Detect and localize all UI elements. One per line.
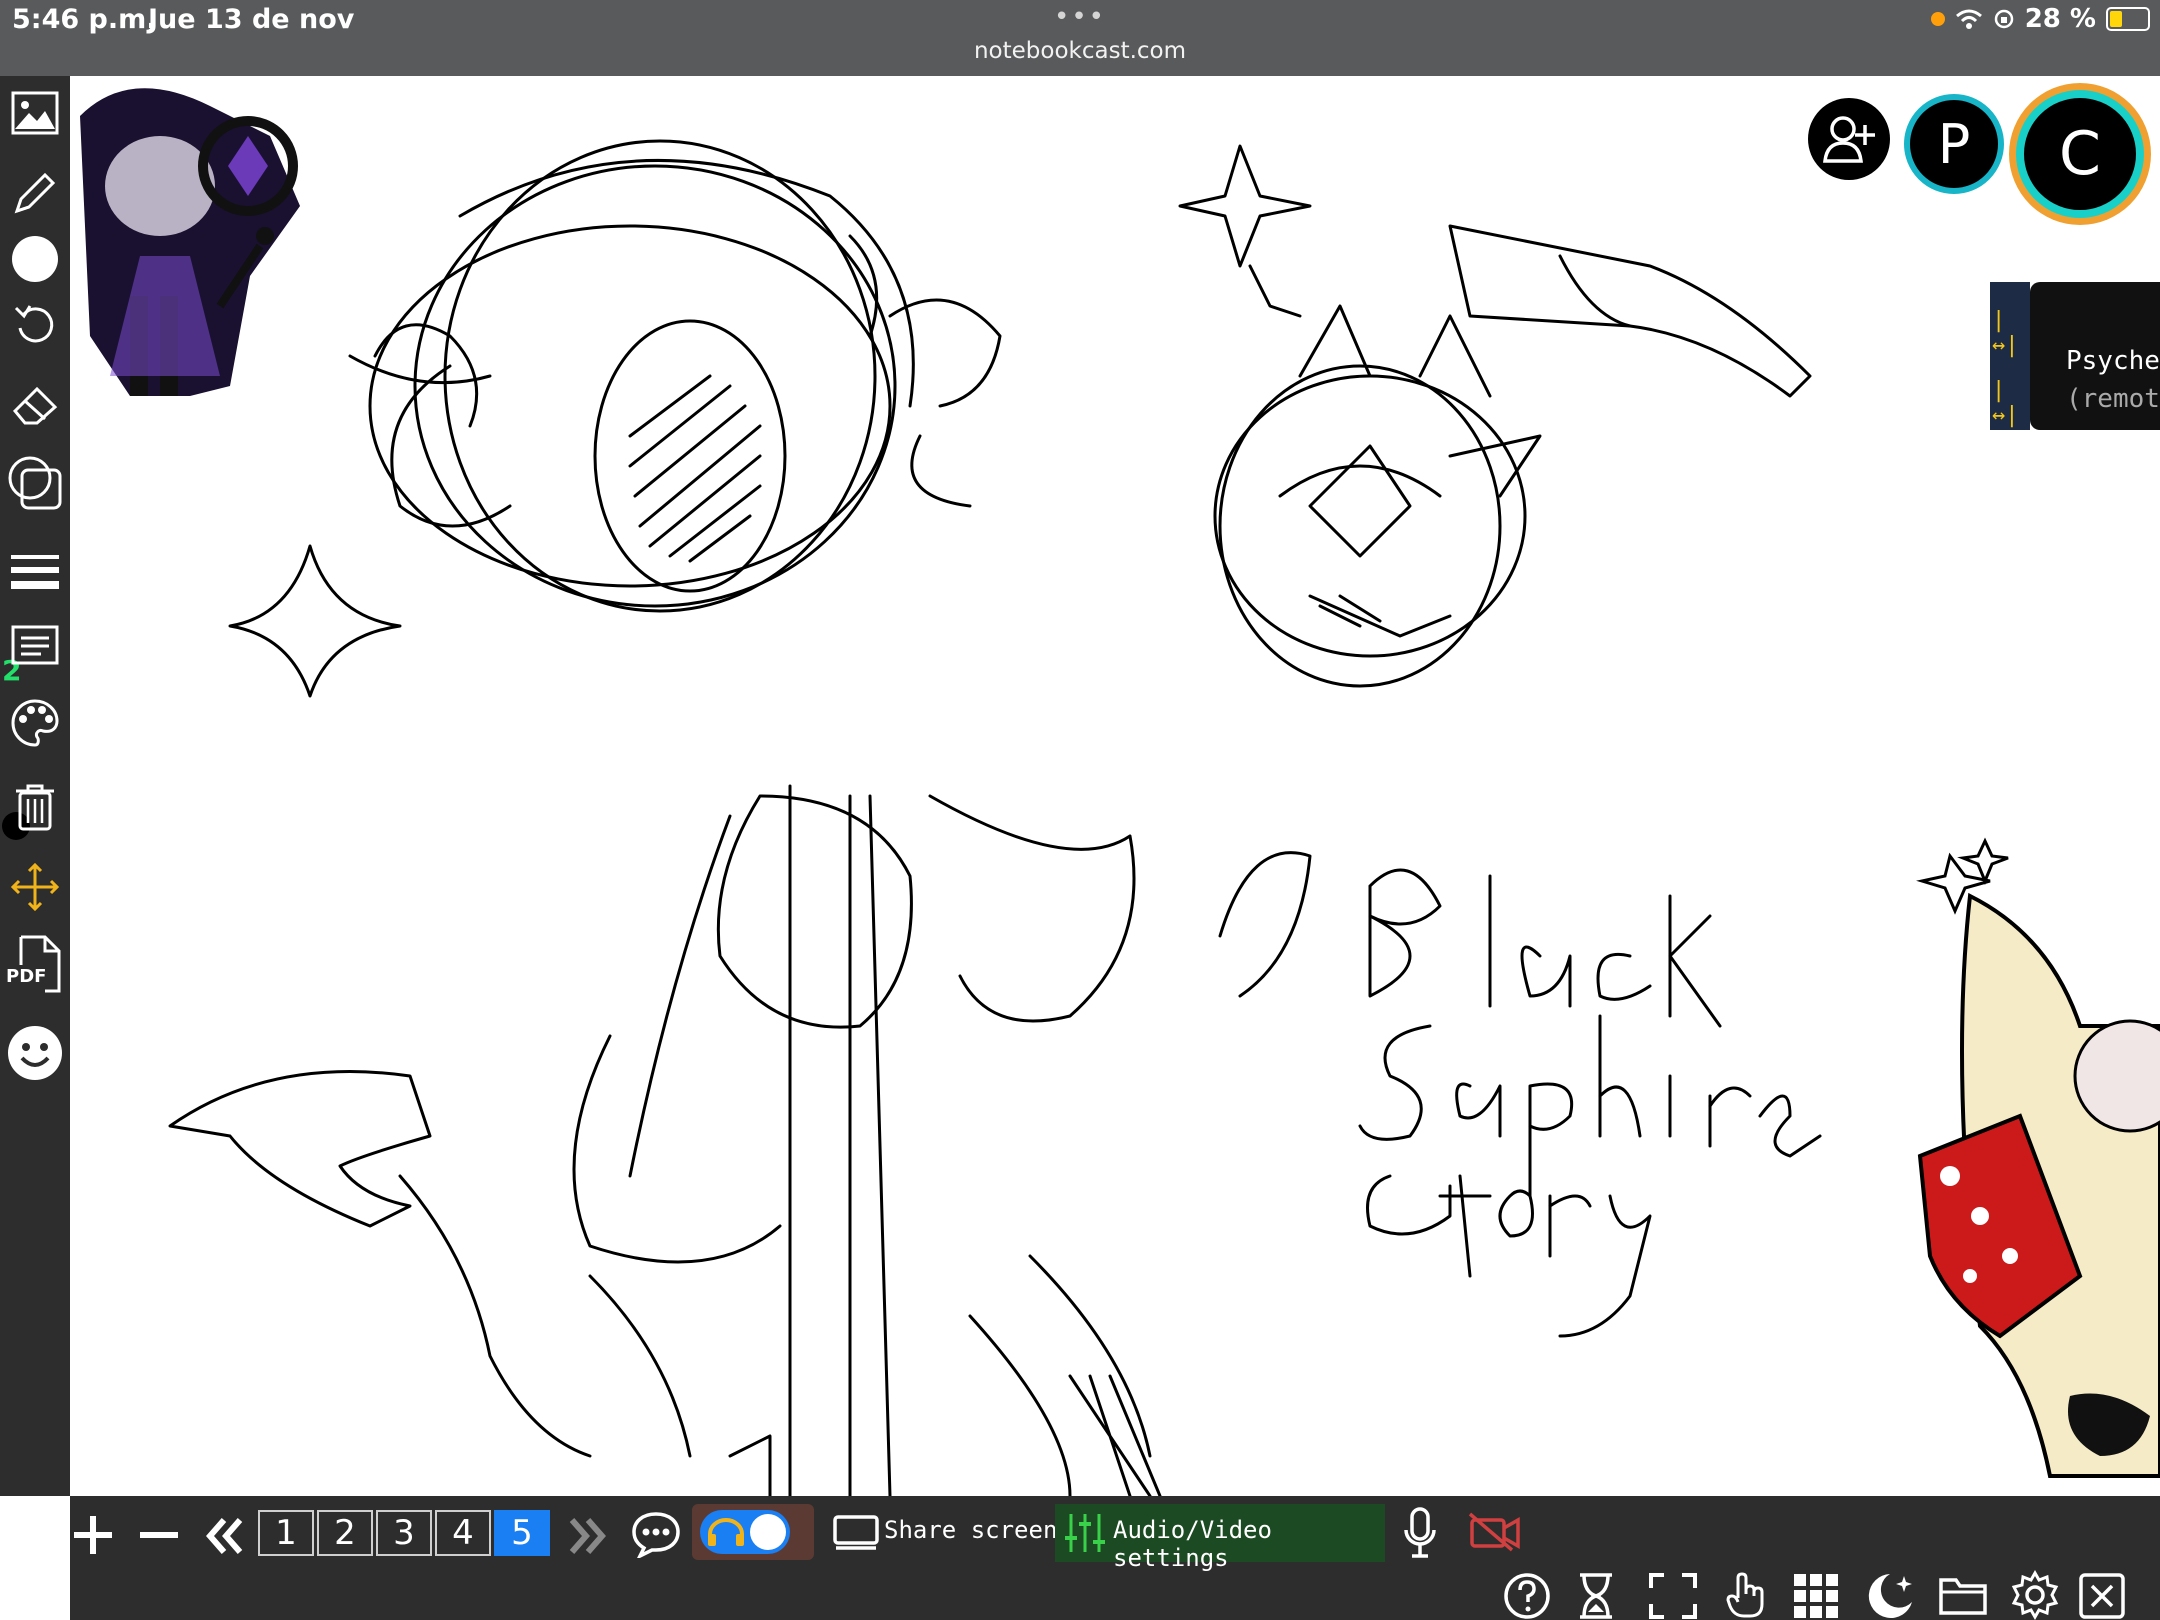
pan-hand-icon[interactable] xyxy=(1724,1570,1768,1620)
status-date: Jue 13 de nov xyxy=(148,4,355,35)
pdf-icon[interactable]: PDF xyxy=(0,930,70,1000)
page-button-3[interactable]: 3 xyxy=(376,1510,432,1556)
image-icon[interactable] xyxy=(0,78,70,148)
battery-percentage: 28 % xyxy=(2024,4,2096,34)
remote-participant-status: (remote) xyxy=(2066,384,2160,414)
brush-size-icon[interactable] xyxy=(0,224,70,294)
headphones-icon xyxy=(708,1518,744,1546)
move-icon[interactable] xyxy=(0,852,70,922)
resize-handle-icon[interactable]: |↔| xyxy=(1992,378,2030,428)
character-sticker-left xyxy=(80,88,300,396)
av-settings-button[interactable]: Audio/Video settings xyxy=(1055,1504,1385,1572)
pencil-icon[interactable] xyxy=(0,158,70,228)
eraser-icon[interactable] xyxy=(0,370,70,440)
page-button-5[interactable]: 5 xyxy=(494,1510,550,1556)
dark-mode-icon[interactable] xyxy=(1864,1570,1918,1620)
palette-icon[interactable] xyxy=(0,688,70,758)
camera-off-icon[interactable] xyxy=(1468,1512,1522,1552)
battery-icon xyxy=(2106,7,2150,31)
help-icon[interactable] xyxy=(1502,1572,1552,1620)
pdf-label: PDF xyxy=(6,966,47,987)
chat-icon[interactable] xyxy=(630,1510,682,1558)
audio-toggle[interactable] xyxy=(692,1504,814,1560)
avatar-letter: P xyxy=(1937,112,1971,176)
participant-avatar-p[interactable]: P xyxy=(1904,94,2004,194)
zoom-in-icon[interactable] xyxy=(70,1512,116,1558)
timer-icon[interactable] xyxy=(1576,1572,1616,1620)
next-page-icon[interactable] xyxy=(566,1516,608,1556)
participant-avatar-c[interactable]: C xyxy=(2016,90,2144,218)
page-button-2[interactable]: 2 xyxy=(317,1510,373,1556)
status-time: 5:46 p.m. xyxy=(12,4,157,35)
previous-page-icon[interactable] xyxy=(204,1516,246,1556)
character-sticker-right xyxy=(1916,837,2160,1478)
settings-gear-icon[interactable] xyxy=(2010,1570,2060,1620)
fullscreen-icon[interactable] xyxy=(1648,1572,1698,1620)
resize-strip[interactable]: |↔| |↔| xyxy=(1990,282,2030,430)
remote-participant-card: Psychecraft (remote) xyxy=(2030,282,2160,430)
exit-close-icon[interactable] xyxy=(2078,1572,2126,1620)
status-indicators: 28 % xyxy=(1930,4,2150,34)
shapes-icon[interactable] xyxy=(0,448,70,518)
share-screen-icon[interactable] xyxy=(832,1514,880,1550)
page-button-4[interactable]: 4 xyxy=(435,1510,491,1556)
page-selector: 1 2 3 4 5 xyxy=(258,1510,553,1556)
orientation-lock-icon xyxy=(1994,9,2013,29)
microphone-icon[interactable] xyxy=(1402,1506,1438,1560)
equalizer-icon xyxy=(1065,1514,1105,1552)
add-user-icon xyxy=(1823,116,1875,163)
resize-handle-icon[interactable]: |↔| xyxy=(1992,308,2030,358)
grid-apps-icon[interactable] xyxy=(1792,1572,1840,1620)
zoom-out-icon[interactable] xyxy=(136,1512,182,1558)
url-bar[interactable]: notebookcast.com xyxy=(0,38,2160,64)
page-button-1[interactable]: 1 xyxy=(258,1510,314,1556)
remote-participant-name: Psychecraft xyxy=(2066,346,2160,376)
bottom-toolbar: 1 2 3 4 5 Share screen Audio/Video setti… xyxy=(70,1496,2160,1620)
undo-icon[interactable] xyxy=(0,290,70,360)
wifi-icon xyxy=(1955,9,1982,29)
drawing-canvas[interactable]: P C |↔| |↔| Psychecraft (remote) xyxy=(70,76,2160,1496)
left-toolbar: 2 PDF xyxy=(0,76,70,1496)
folder-icon[interactable] xyxy=(1938,1574,1988,1616)
sketch-drawing xyxy=(80,88,2160,1496)
mic-in-use-icon xyxy=(1930,12,1945,26)
status-bar: 5:46 p.m. Jue 13 de nov ••• notebookcast… xyxy=(0,0,2160,76)
line-width-icon[interactable] xyxy=(0,536,70,606)
share-screen-button[interactable]: Share screen xyxy=(884,1516,1057,1544)
avatar-letter: C xyxy=(2059,119,2101,189)
trash-icon[interactable] xyxy=(0,772,70,842)
emoji-icon[interactable] xyxy=(0,1018,70,1088)
add-participant-button[interactable] xyxy=(1808,98,1890,180)
text-icon[interactable] xyxy=(0,610,70,680)
multitasking-dots-icon[interactable]: ••• xyxy=(1054,2,1106,32)
av-settings-label: Audio/Video settings xyxy=(1113,1516,1272,1572)
